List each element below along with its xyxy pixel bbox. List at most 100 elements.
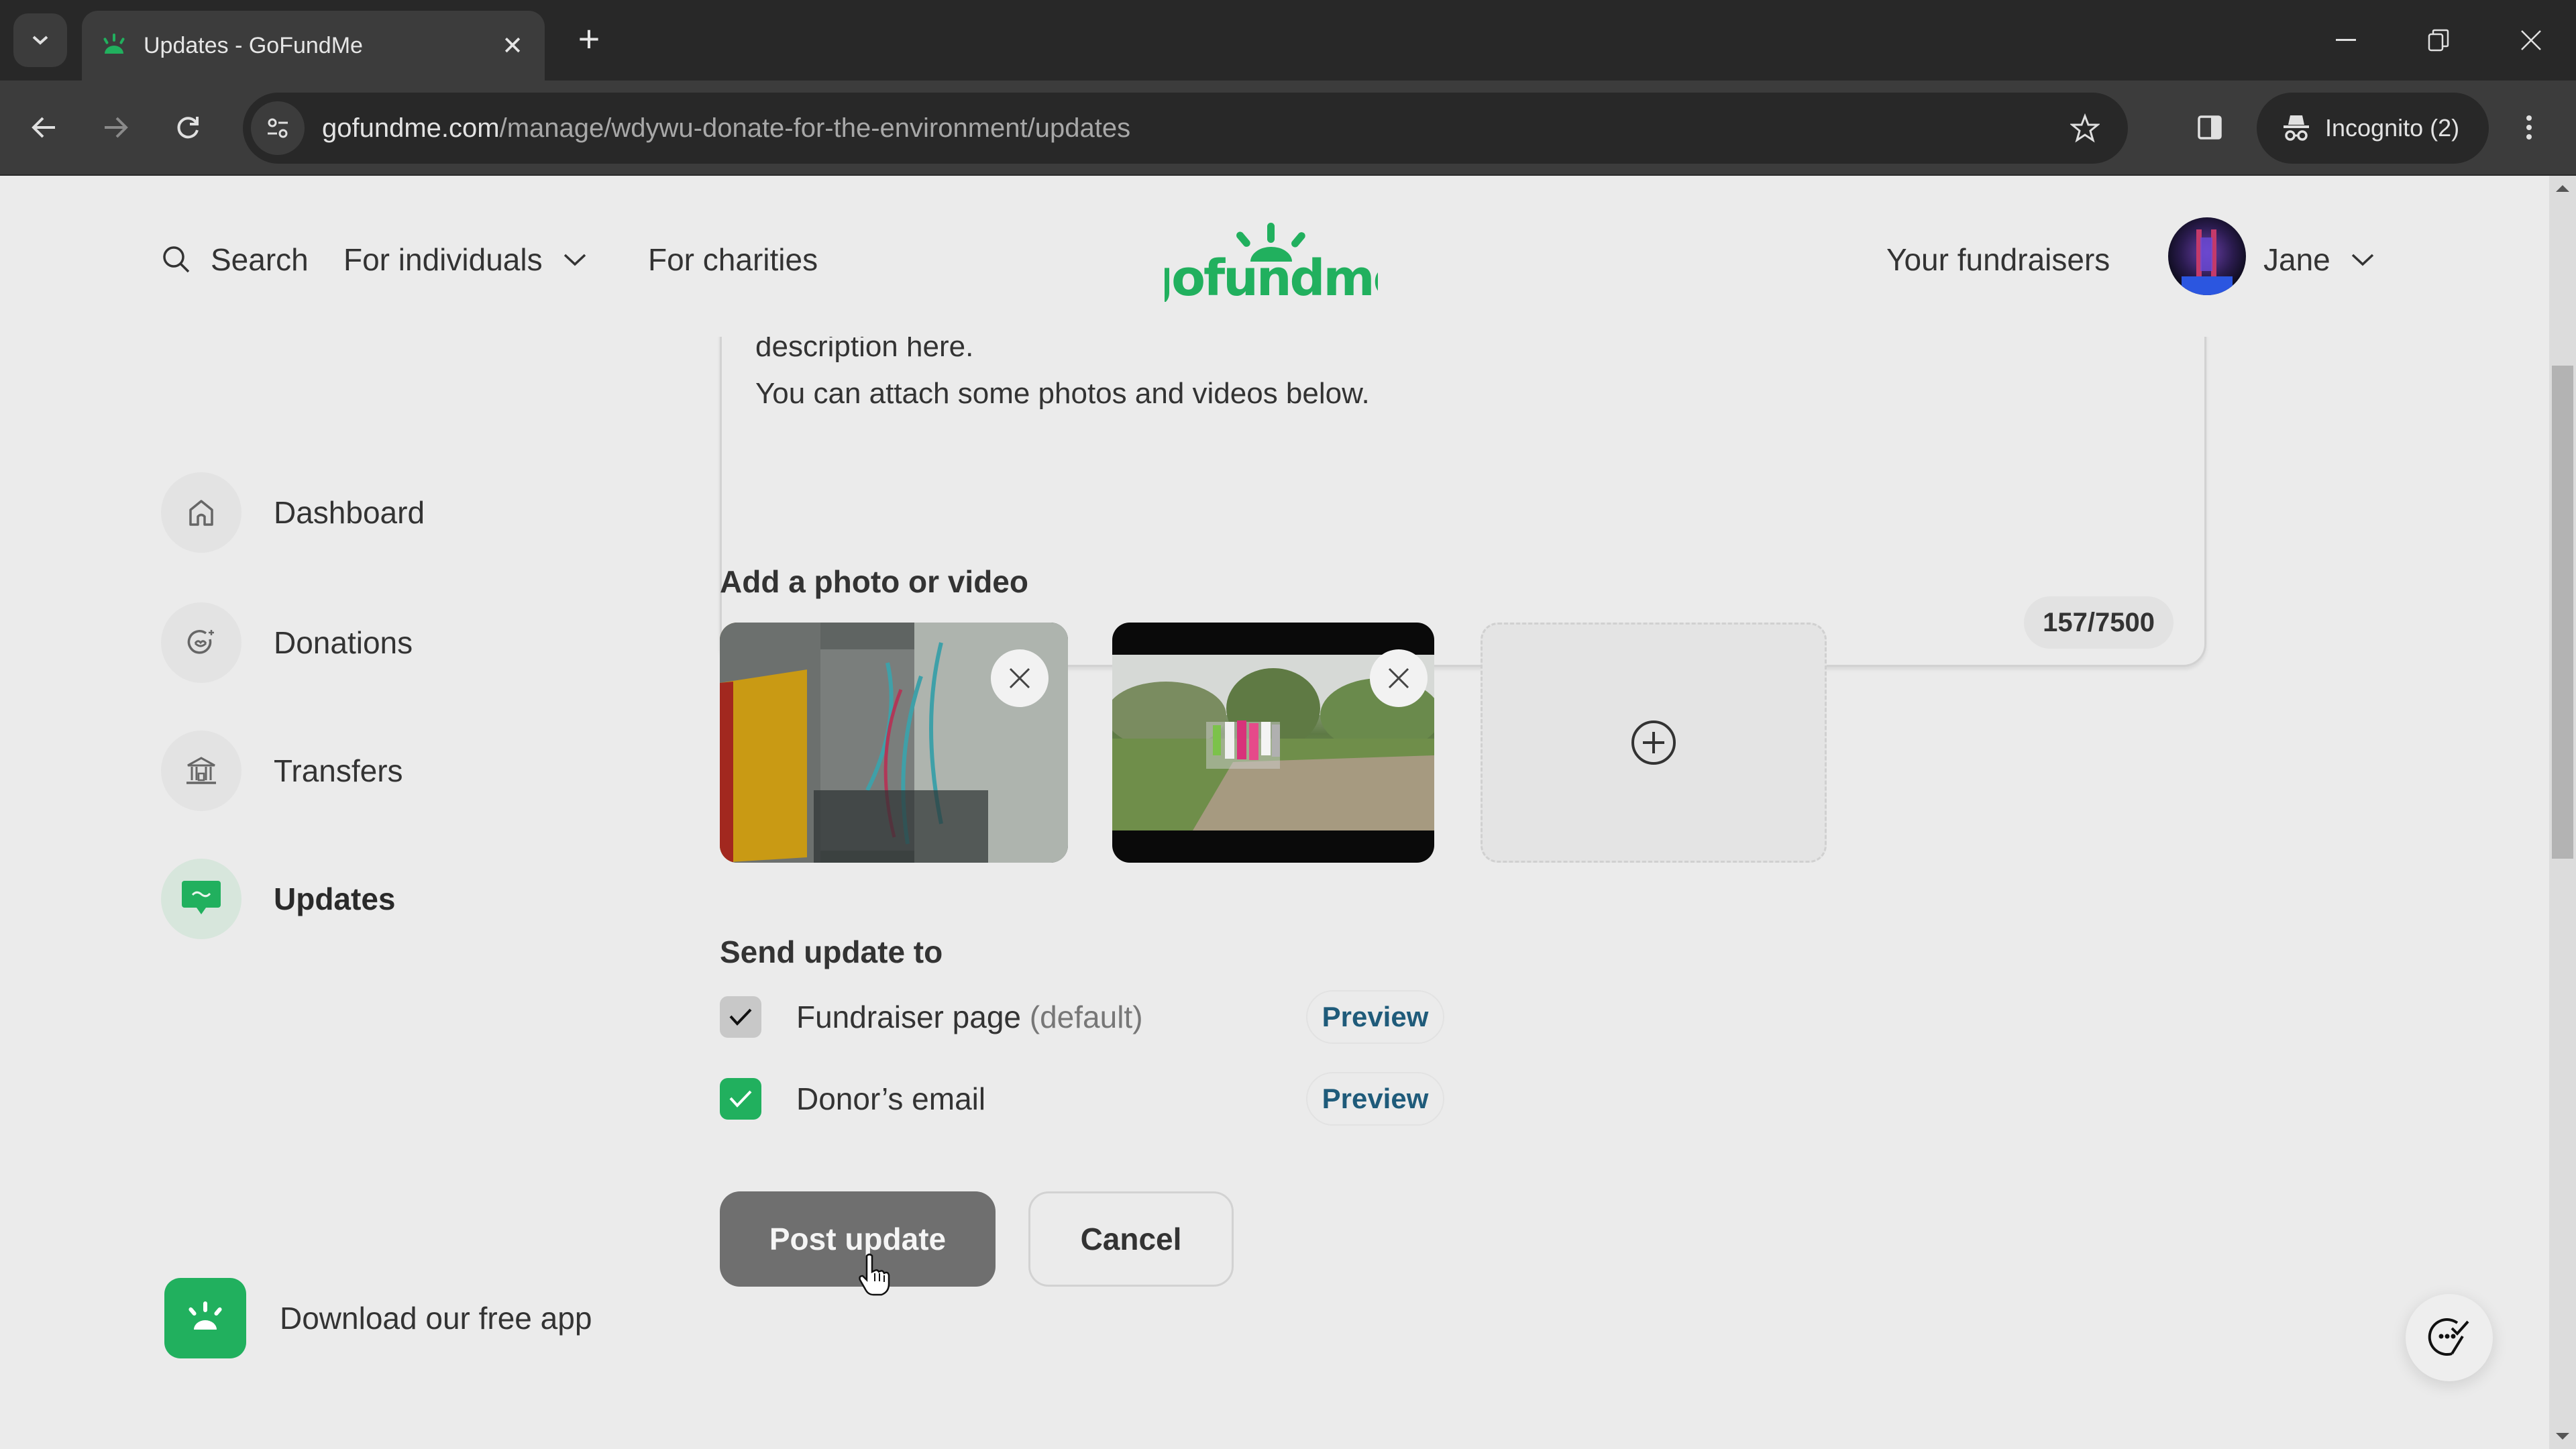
for-charities-label: For charities [648,242,818,277]
option-note: (default) [1029,1000,1143,1034]
close-icon [1388,667,1409,689]
download-app-label: Download our free app [280,1301,592,1336]
heart-hand-icon [187,630,214,654]
star-icon [2070,113,2100,143]
arrow-right-icon [105,117,128,138]
cancel-button[interactable]: Cancel [1028,1191,1234,1287]
sidebar-item-dashboard[interactable]: Dashboard [161,472,425,553]
minimize-icon [2336,39,2356,41]
browser-tab-bar: Updates - GoFundMe ✕ + [0,0,2576,80]
your-fundraisers-link[interactable]: Your fundraisers [1886,237,2110,282]
media-tile-photo[interactable] [720,623,1068,863]
browser-tab[interactable]: Updates - GoFundMe ✕ [82,11,545,80]
scroll-down-arrow-icon[interactable] [2556,1433,2569,1440]
avatar[interactable] [2168,217,2246,295]
for-charities-link[interactable]: For charities [648,237,818,282]
restore-icon [2428,29,2449,52]
scrollbar-thumb[interactable] [2552,366,2573,859]
new-tab-button[interactable]: + [568,17,610,60]
fundraiser-page-checkbox[interactable] [720,996,761,1038]
checkmark-icon [729,1090,752,1108]
scroll-up-arrow-icon[interactable] [2556,185,2569,192]
gofundme-app-icon [189,1301,222,1330]
chat-check-icon [2428,1318,2469,1356]
chevron-down-icon [32,36,48,45]
more-vertical-icon [2526,115,2532,140]
character-counter: 157/7500 [2024,596,2174,649]
sidebar-icon-wrap [161,859,241,939]
bank-icon [186,757,216,784]
sidebar-item-donations[interactable]: Donations [161,602,413,683]
sidebar-item-label: Donations [274,625,413,660]
back-button[interactable] [17,101,71,154]
for-individuals-menu[interactable]: For individuals [343,237,587,282]
remove-video-button[interactable] [1370,649,1428,707]
app-icon [164,1278,246,1358]
media-tile-video[interactable] [1112,623,1434,863]
send-option-fundraiser-page: Fundraiser page (default) Preview [720,990,1444,1044]
message-icon [182,881,221,914]
search-button[interactable]: Search [161,237,309,282]
site-info-button[interactable] [251,101,305,155]
reload-button[interactable] [161,101,215,154]
sidebar-icon-wrap [161,731,241,811]
browser-menu-button[interactable] [2502,101,2556,154]
sidebar-item-label: Transfers [274,753,403,788]
restore-button[interactable] [2408,13,2469,67]
gofundme-favicon-icon [103,34,125,54]
minimize-button[interactable] [2316,13,2376,67]
option-label-text: Fundraiser page [796,1000,1021,1034]
hand-cursor-icon [859,1253,890,1296]
url-path: /manage/wdywu-donate-for-the-environment… [499,113,1131,143]
search-label: Search [211,242,309,277]
feedback-chat-button[interactable] [2406,1294,2493,1381]
close-window-button[interactable] [2501,13,2561,67]
send-option-donors-email: Donor’s email Preview [720,1072,1444,1126]
sidebar-item-label: Dashboard [274,495,425,530]
browser-toolbar: gofundme.com/manage/wdywu-donate-for-the… [0,80,2576,176]
bookmark-button[interactable] [2058,101,2112,155]
tab-title: Updates - GoFundMe [144,32,363,58]
user-menu[interactable]: Jane [2263,237,2375,282]
sidebar-item-transfers[interactable]: Transfers [161,731,403,811]
close-icon [2521,30,2541,50]
donors-email-checkbox[interactable] [720,1078,761,1120]
incognito-icon [2284,115,2309,141]
side-panel-button[interactable] [2183,101,2237,154]
close-icon [1009,667,1030,689]
preview-donors-email-button[interactable]: Preview [1306,1072,1444,1126]
remove-photo-button[interactable] [991,649,1049,707]
your-fundraisers-label: Your fundraisers [1886,242,2110,277]
page-content: description here. You can attach some ph… [0,176,2549,1449]
forward-button[interactable] [89,101,142,154]
url-text: gofundme.com/manage/wdywu-donate-for-the… [322,113,2058,144]
media-section-title: Add a photo or video [720,564,1028,599]
tune-icon [268,118,288,138]
checkmark-icon [729,1008,752,1026]
site-header: Search For individuals For charities gof… [0,176,2549,337]
download-app-link[interactable]: Download our free app [164,1278,592,1358]
reload-icon [177,117,199,139]
update-description-textarea[interactable]: description here. You can attach some ph… [720,283,2206,667]
logo-text: gofundme [1165,250,1378,302]
page-scrollbar[interactable] [2549,176,2576,1449]
option-label-text: Donor’s email [796,1081,986,1116]
incognito-label: Incognito (2) [2325,114,2460,142]
chevron-down-icon [2351,254,2373,266]
incognito-indicator[interactable]: Incognito (2) [2257,93,2489,164]
side-panel-icon [2198,115,2222,140]
for-individuals-label: For individuals [343,242,543,277]
send-option-label: Donor’s email [796,1081,1306,1117]
avatar-image [2182,229,2233,295]
address-bar[interactable]: gofundme.com/manage/wdywu-donate-for-the… [243,93,2128,164]
user-name: Jane [2263,242,2330,277]
send-update-title: Send update to [720,934,943,969]
url-host: gofundme.com [322,113,500,143]
preview-fundraiser-page-button[interactable]: Preview [1306,990,1444,1044]
gofundme-logo[interactable]: gofundme [1165,223,1378,302]
close-tab-icon[interactable]: ✕ [498,31,527,61]
send-option-label: Fundraiser page (default) [796,999,1306,1035]
tab-search-button[interactable] [13,13,67,67]
sidebar-item-updates[interactable]: Updates [161,859,395,939]
add-media-button[interactable] [1481,623,1827,863]
